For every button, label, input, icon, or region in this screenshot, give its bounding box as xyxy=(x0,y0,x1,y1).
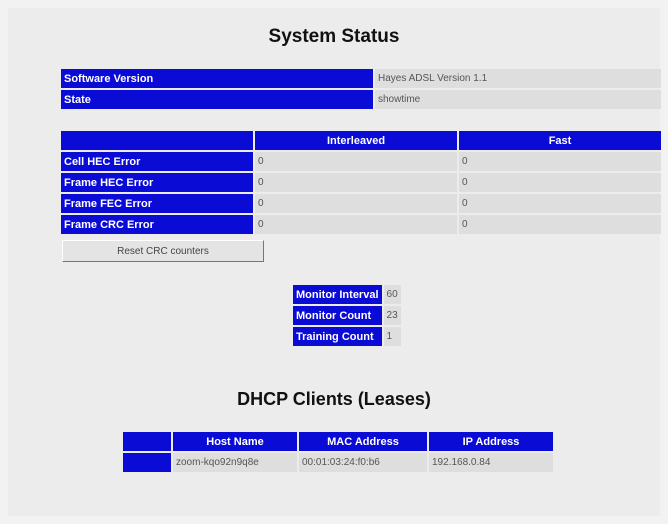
column-header-fast: Fast xyxy=(459,131,661,150)
fast-value: 0 xyxy=(459,152,661,171)
interleaved-value: 0 xyxy=(255,215,457,234)
monitor-label: Monitor Count xyxy=(293,306,382,325)
info-label: Software Version xyxy=(61,69,373,88)
info-value: showtime xyxy=(375,90,661,109)
monitor-table: Monitor Interval 60 Monitor Count 23 Tra… xyxy=(291,283,403,348)
interleaved-value: 0 xyxy=(255,152,457,171)
column-header-interleaved: Interleaved xyxy=(255,131,457,150)
column-header-mac-address: MAC Address xyxy=(299,432,427,451)
error-table: Interleaved Fast Cell HEC Error 0 0 Fram… xyxy=(59,129,663,236)
dhcp-table: Host Name MAC Address IP Address zoom-kq… xyxy=(121,430,555,474)
row-label: Frame HEC Error xyxy=(61,173,253,192)
fast-value: 0 xyxy=(459,173,661,192)
mac-address-value: 00:01:03:24:f0:b6 xyxy=(299,453,427,472)
info-table: Software Version Hayes ADSL Version 1.1 … xyxy=(59,67,663,111)
monitor-value: 60 xyxy=(383,285,401,304)
monitor-row-count: Monitor Count 23 xyxy=(293,306,401,325)
table-row: zoom-kqo92n9q8e 00:01:03:24:f0:b6 192.16… xyxy=(123,453,553,472)
reset-crc-counters-button[interactable]: Reset CRC counters xyxy=(62,240,264,262)
table-row: Frame CRC Error 0 0 xyxy=(61,215,661,234)
host-name-value: zoom-kqo92n9q8e xyxy=(173,453,297,472)
monitor-label: Training Count xyxy=(293,327,382,346)
interleaved-value: 0 xyxy=(255,194,457,213)
column-header xyxy=(61,131,253,150)
dhcp-table-header: Host Name MAC Address IP Address xyxy=(123,432,553,451)
fast-value: 0 xyxy=(459,194,661,213)
monitor-value: 1 xyxy=(383,327,401,346)
monitor-row-interval: Monitor Interval 60 xyxy=(293,285,401,304)
row-label: Cell HEC Error xyxy=(61,152,253,171)
info-row-state: State showtime xyxy=(61,90,661,109)
monitor-label: Monitor Interval xyxy=(293,285,382,304)
table-row: Frame HEC Error 0 0 xyxy=(61,173,661,192)
interleaved-value: 0 xyxy=(255,173,457,192)
row-label: Frame FEC Error xyxy=(61,194,253,213)
table-row: Frame FEC Error 0 0 xyxy=(61,194,661,213)
monitor-row-training: Training Count 1 xyxy=(293,327,401,346)
dhcp-title: DHCP Clients (Leases) xyxy=(237,389,431,409)
table-row: Cell HEC Error 0 0 xyxy=(61,152,661,171)
ip-address-value: 192.168.0.84 xyxy=(429,453,553,472)
monitor-value: 23 xyxy=(383,306,401,325)
info-label: State xyxy=(61,90,373,109)
row-label: Frame CRC Error xyxy=(61,215,253,234)
error-table-header: Interleaved Fast xyxy=(61,131,661,150)
page-title: System Status xyxy=(268,26,400,47)
column-header xyxy=(123,432,171,451)
info-value: Hayes ADSL Version 1.1 xyxy=(375,69,661,88)
column-header-ip-address: IP Address xyxy=(429,432,553,451)
column-header-host-name: Host Name xyxy=(173,432,297,451)
info-row-software-version: Software Version Hayes ADSL Version 1.1 xyxy=(61,69,661,88)
fast-value: 0 xyxy=(459,215,661,234)
row-marker xyxy=(123,453,171,472)
